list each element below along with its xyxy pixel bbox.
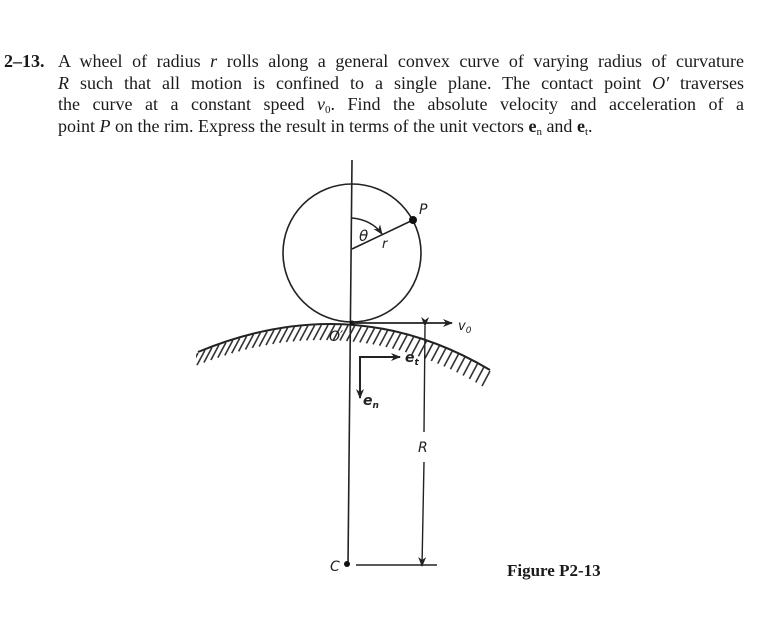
hatch-mark: [462, 360, 472, 376]
label-point-p: P: [419, 202, 428, 218]
hatch-mark: [449, 353, 460, 370]
hatch-mark: [443, 350, 453, 367]
hatch-mark: [430, 345, 440, 362]
hatch-mark: [481, 370, 491, 387]
label-en-sub: n: [373, 401, 379, 411]
hatch-mark: [372, 329, 382, 345]
hatch-mark: [475, 366, 485, 383]
label-contact-point: O′: [329, 329, 344, 345]
label-radius: r: [382, 237, 389, 252]
hatch-mark: [424, 343, 434, 359]
hatch-mark: [398, 334, 408, 351]
hatch-mark: [436, 348, 447, 364]
hatch-mark: [391, 333, 402, 349]
label-curvature-radius: R: [418, 440, 428, 456]
vertical-axis-line: [347, 159, 353, 566]
r-dimension-line-upper: [421, 316, 430, 433]
label-velocity: v0: [458, 319, 472, 336]
point-p-dot: [409, 216, 417, 224]
label-et-main: e: [405, 350, 415, 366]
figure-p2-13: θ r P O′ v0 et en R C: [196, 159, 491, 575]
hatch-mark: [352, 326, 362, 342]
hatch-mark: [456, 356, 466, 373]
label-et-sub: t: [415, 358, 420, 368]
hatch-mark: [359, 327, 369, 343]
hatch-mark: [378, 330, 389, 347]
center-point-dot: [344, 561, 350, 567]
hatch-mark: [468, 363, 479, 380]
hatch-mark: [385, 331, 395, 348]
label-velocity-sub: 0: [466, 326, 472, 336]
hatch-mark: [365, 327, 376, 344]
r-dimension-line-lower: [418, 461, 427, 567]
hatch-mark: [312, 324, 323, 341]
label-center: C: [330, 559, 340, 575]
figure-caption: Figure P2-13: [507, 561, 601, 580]
label-unit-tangent: et: [405, 350, 420, 368]
hatch-mark: [319, 324, 329, 341]
label-theta: θ: [359, 227, 368, 245]
label-en-main: e: [363, 393, 373, 409]
hatch-mark: [196, 352, 199, 369]
label-unit-normal: en: [363, 393, 379, 411]
unit-vector-axes: [359, 356, 398, 396]
